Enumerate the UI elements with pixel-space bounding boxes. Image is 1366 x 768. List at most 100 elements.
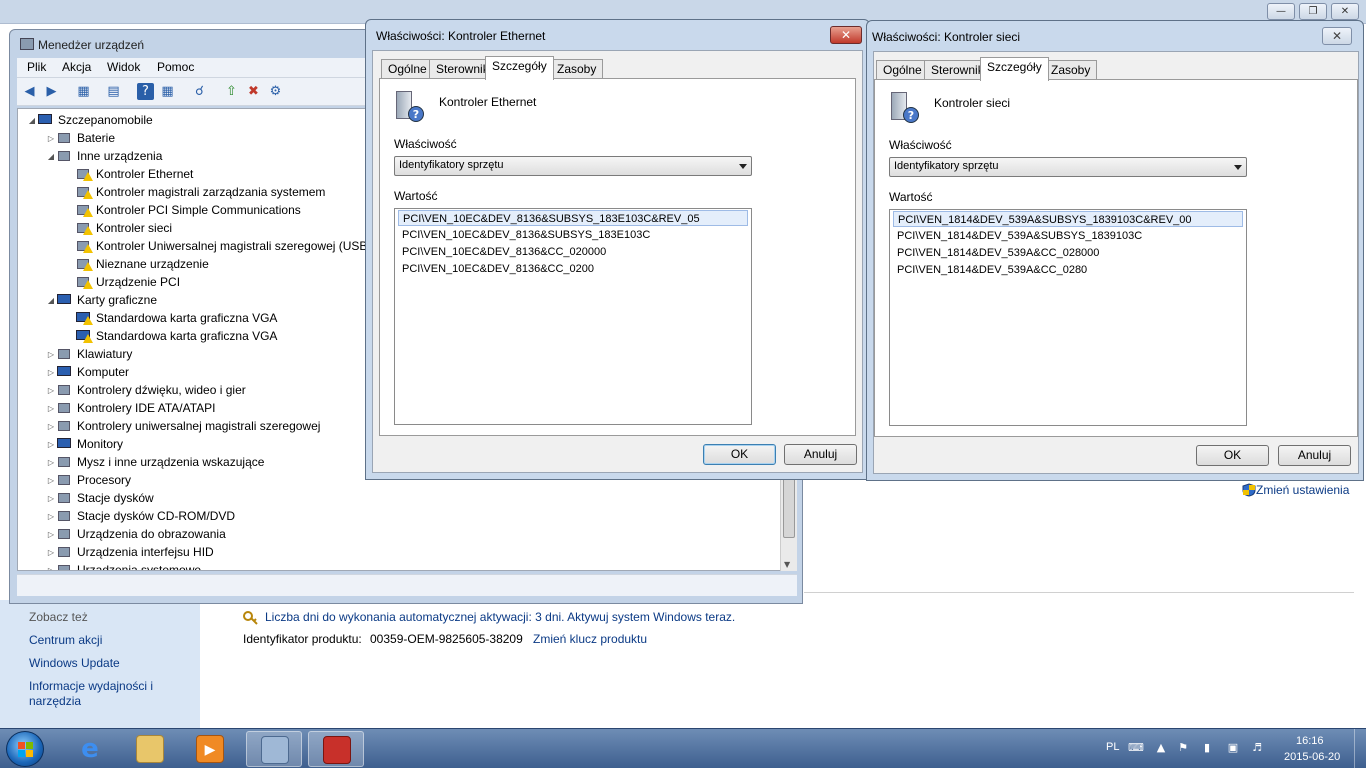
expander-icon[interactable]: ▷ (45, 422, 57, 431)
list-item[interactable]: PCI\VEN_10EC&DEV_8136&CC_020000 (398, 244, 606, 260)
tree-item[interactable]: Kontroler PCI Simple Communications (64, 201, 301, 219)
maximize-button[interactable]: ❐ (1299, 3, 1327, 20)
expander-icon[interactable]: ▷ (45, 368, 57, 377)
tree-item[interactable]: ▷ Komputer (45, 363, 129, 381)
scan-hardware-icon[interactable]: ☌ (191, 83, 208, 100)
clock-time[interactable]: 16:16 (1296, 735, 1324, 747)
tree-item[interactable]: ▷ Monitory (45, 435, 123, 453)
expander-icon[interactable]: ◢ (26, 116, 38, 125)
back-arrow-icon[interactable]: ◀ (21, 83, 38, 100)
tree-item[interactable]: ▷ Procesory (45, 471, 131, 489)
list-item[interactable]: PCI\VEN_10EC&DEV_8136&CC_0200 (398, 261, 594, 277)
action-center-flag-icon[interactable]: ⚑ (1176, 741, 1190, 755)
cancel-button[interactable]: Anuluj (784, 444, 857, 465)
expander-icon[interactable]: ▷ (45, 404, 57, 413)
expander-icon[interactable]: ▷ (45, 512, 57, 521)
show-hide-console-tree-icon[interactable]: ▦ (75, 83, 92, 100)
property-select[interactable]: Identyfikatory sprzętu (889, 157, 1247, 177)
taskbar-app[interactable]: e (62, 731, 118, 767)
scrollbar-thumb[interactable] (783, 478, 795, 538)
expander-icon[interactable]: ▷ (45, 440, 57, 449)
menu-help[interactable]: Pomoc (157, 60, 194, 74)
uninstall-icon[interactable]: ✖ (245, 83, 262, 100)
show-action-pane-icon[interactable]: ▦ (159, 83, 176, 100)
performance-info-link-line2[interactable]: narzędzia (29, 694, 81, 708)
expander-icon[interactable]: ◢ (45, 296, 57, 305)
activation-link[interactable]: Liczba dni do wykonania automatycznej ak… (265, 610, 735, 624)
change-product-key-link[interactable]: Zmień klucz produktu (533, 632, 647, 646)
network-icon[interactable]: ▣ (1226, 741, 1240, 755)
tab-resources[interactable]: Zasoby (1044, 60, 1098, 80)
ok-button[interactable]: OK (703, 444, 776, 465)
tree-item[interactable]: ▷ Kontrolery IDE ATA/ATAPI (45, 399, 216, 417)
tree-item[interactable]: ▷ Mysz i inne urządzenia wskazujące (45, 453, 265, 471)
tree-item[interactable]: Kontroler magistrali zarządzania systeme… (64, 183, 325, 201)
value-list[interactable]: PCI\VEN_10EC&DEV_8136&SUBSYS_183E103C&RE… (394, 208, 752, 425)
expander-icon[interactable]: ▷ (45, 548, 57, 557)
expander-icon[interactable]: ▷ (45, 350, 57, 359)
scroll-down-arrow-icon[interactable]: ▼ (784, 560, 790, 569)
list-item[interactable]: PCI\VEN_1814&DEV_539A&SUBSYS_1839103C&RE… (893, 211, 1243, 227)
ok-button[interactable]: OK (1196, 445, 1269, 466)
tree-item[interactable]: Urządzenie PCI (64, 273, 180, 291)
tree-item[interactable]: ▷ Urządzenia systemowe (45, 561, 201, 571)
tree-item[interactable]: ◢ Karty graficzne (45, 291, 157, 309)
tree-item[interactable]: ▷ Urządzenia interfejsu HID (45, 543, 214, 561)
help-icon[interactable]: ? (137, 83, 154, 100)
minimize-button[interactable]: — (1267, 3, 1295, 20)
tree-item[interactable]: Kontroler sieci (64, 219, 172, 237)
tree-item[interactable]: ▷ Stacje dysków CD-ROM/DVD (45, 507, 235, 525)
list-item[interactable]: PCI\VEN_1814&DEV_539A&CC_028000 (893, 245, 1099, 261)
taskbar-app[interactable] (122, 731, 178, 767)
battery-icon[interactable]: ▮ (1200, 741, 1214, 755)
cancel-button[interactable]: Anuluj (1278, 445, 1351, 466)
close-button[interactable]: ✕ (830, 26, 862, 44)
menu-action[interactable]: Akcja (62, 60, 91, 74)
list-item[interactable]: PCI\VEN_1814&DEV_539A&SUBSYS_1839103C (893, 228, 1142, 244)
language-indicator[interactable]: PL (1106, 741, 1119, 753)
tree-item[interactable]: Standardowa karta graficzna VGA (64, 327, 277, 345)
properties-icon[interactable]: ▤ (105, 83, 122, 100)
change-settings-link[interactable]: Zmień ustawienia (1256, 483, 1349, 497)
tree-item[interactable]: ◢ Szczepanomobile (26, 111, 153, 129)
disable-device-icon[interactable]: ⚙ (267, 83, 284, 100)
tree-item[interactable]: Kontroler Ethernet (64, 165, 193, 183)
tree-item[interactable]: ▷ Kontrolery uniwersalnej magistrali szer… (45, 417, 321, 435)
tab-details[interactable]: Szczegóły (980, 57, 1049, 81)
value-list[interactable]: PCI\VEN_1814&DEV_539A&SUBSYS_1839103C&RE… (889, 209, 1247, 426)
expander-icon[interactable]: ▷ (45, 476, 57, 485)
show-desktop-button[interactable] (1354, 729, 1366, 768)
start-button[interactable] (6, 731, 44, 767)
menu-file[interactable]: Plik (27, 60, 46, 74)
property-select[interactable]: Identyfikatory sprzętu (394, 156, 752, 176)
expander-icon[interactable]: ▷ (45, 458, 57, 467)
close-button[interactable]: ✕ (1322, 27, 1352, 45)
expander-icon[interactable]: ▷ (45, 494, 57, 503)
menu-view[interactable]: Widok (107, 60, 140, 74)
show-hidden-icons-icon[interactable]: ▲ (1154, 741, 1168, 755)
volume-icon[interactable]: ♬ (1250, 741, 1264, 755)
keyboard-icon[interactable]: ⌨ (1128, 741, 1144, 755)
expander-icon[interactable]: ▷ (45, 566, 57, 571)
tree-item[interactable]: Kontroler Uniwersalnej magistrali szereg… (64, 237, 371, 255)
taskbar-app[interactable] (308, 731, 364, 767)
tab-general[interactable]: Ogólne (876, 60, 929, 80)
windows-update-link[interactable]: Windows Update (29, 656, 120, 670)
list-item[interactable]: PCI\VEN_10EC&DEV_8136&SUBSYS_183E103C (398, 227, 650, 243)
tree-item[interactable]: ▷ Klawiatury (45, 345, 132, 363)
taskbar-app[interactable] (246, 731, 302, 767)
list-item[interactable]: PCI\VEN_10EC&DEV_8136&SUBSYS_183E103C&RE… (398, 210, 748, 226)
tree-item[interactable]: ▷ Kontrolery dźwięku, wideo i gier (45, 381, 246, 399)
action-center-link[interactable]: Centrum akcji (29, 633, 102, 647)
tree-item[interactable]: ▷ Stacje dysków (45, 489, 154, 507)
expander-icon[interactable]: ◢ (45, 152, 57, 161)
tree-item[interactable]: ▷ Baterie (45, 129, 115, 147)
tab-general[interactable]: Ogólne (381, 59, 434, 79)
taskbar-app[interactable]: ▶ (182, 731, 238, 767)
expander-icon[interactable]: ▷ (45, 134, 57, 143)
expander-icon[interactable]: ▷ (45, 386, 57, 395)
tree-item[interactable]: ▷ Urządzenia do obrazowania (45, 525, 226, 543)
clock-date[interactable]: 2015-06-20 (1284, 751, 1340, 763)
tree-item[interactable]: Standardowa karta graficzna VGA (64, 309, 277, 327)
tree-item[interactable]: ◢ Inne urządzenia (45, 147, 162, 165)
